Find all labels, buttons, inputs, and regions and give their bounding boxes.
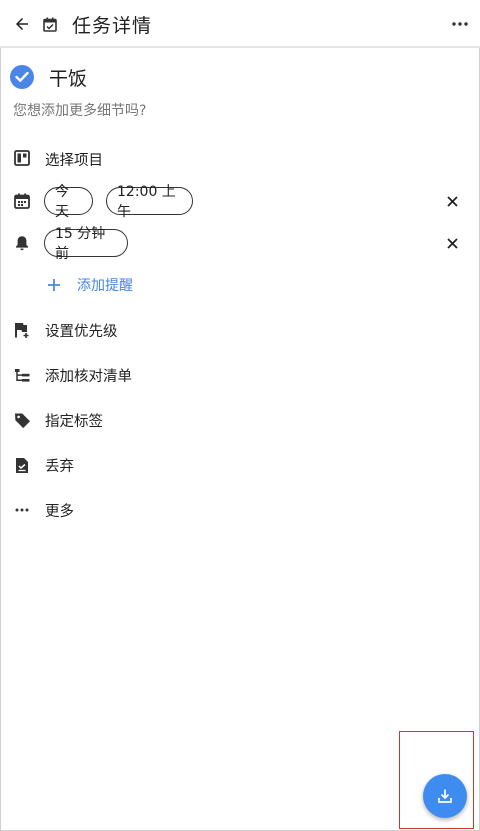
add-reminder-label: 添加提醒 [77, 278, 133, 294]
tag-icon [12, 410, 32, 430]
assign-tags-button[interactable]: 指定标签 [45, 410, 103, 431]
top-app-bar: 任务详情 [0, 0, 480, 48]
clear-reminder-icon[interactable] [443, 234, 461, 252]
more-horizontal-icon[interactable] [448, 12, 472, 36]
clear-date-icon[interactable] [443, 192, 461, 210]
set-priority-button[interactable]: 设置优先级 [45, 320, 118, 341]
task-title[interactable]: 干饭 [49, 64, 87, 91]
date-chip[interactable]: 今天 [44, 184, 93, 220]
more-options-button[interactable]: 更多 [45, 500, 74, 521]
select-project-button[interactable]: 选择项目 [45, 149, 103, 170]
add-checklist-button[interactable]: 添加核对清单 [45, 365, 132, 386]
flag-plus-icon [12, 320, 32, 340]
download-fab-button[interactable] [423, 774, 467, 818]
calendar-icon [12, 191, 32, 211]
reminder-chip[interactable]: 15 分钟前 [44, 226, 128, 262]
page-title: 任务详情 [72, 15, 153, 37]
check-circle-icon[interactable] [10, 65, 34, 89]
time-chip[interactable]: 12:00 上午 [106, 184, 193, 220]
ellipsis-icon [12, 500, 32, 520]
add-reminder-button[interactable]: 添加提醒 [47, 275, 133, 295]
project-board-icon [12, 148, 32, 168]
discard-file-icon [12, 455, 32, 475]
calendar-check-icon [40, 14, 60, 34]
bell-icon [12, 233, 32, 253]
download-icon [438, 789, 452, 803]
plus-icon [48, 279, 60, 291]
task-description-input[interactable]: 您想添加更多细节吗? [13, 100, 146, 120]
arrow-left-icon[interactable] [10, 12, 34, 36]
checklist-tree-icon [12, 365, 32, 385]
discard-button[interactable]: 丢弃 [45, 455, 74, 476]
